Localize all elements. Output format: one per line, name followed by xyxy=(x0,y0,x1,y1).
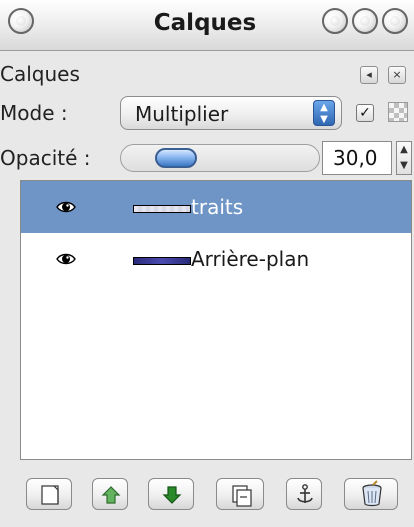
checkerboard-icon xyxy=(388,102,408,122)
anchor-layer-button[interactable] xyxy=(286,478,322,510)
opacity-label: Opacité : xyxy=(0,146,91,170)
panel-title: Calques xyxy=(0,62,80,86)
preserve-transparency-checkbox[interactable]: ✓ xyxy=(356,104,374,122)
opacity-slider[interactable] xyxy=(120,144,320,172)
delete-layer-icon xyxy=(362,480,382,507)
eye-icon[interactable] xyxy=(55,248,77,270)
select-arrows-icon: ▲ ▼ xyxy=(313,100,335,126)
title-bar[interactable]: Calques xyxy=(0,0,414,51)
mode-value: Multiplier xyxy=(135,102,229,126)
new-layer-button[interactable] xyxy=(26,478,72,510)
duplicate-layer-icon xyxy=(232,485,252,507)
new-layer-icon xyxy=(41,485,59,505)
layer-name-traits: traits xyxy=(191,195,244,219)
lower-layer-button[interactable] xyxy=(148,478,194,510)
layer-thumbnail-traits xyxy=(133,205,191,213)
eye-icon[interactable] xyxy=(55,196,77,218)
tab-close-icon[interactable]: × xyxy=(388,66,406,84)
tab-menu-icon[interactable]: ◂ xyxy=(360,66,378,84)
delete-layer-button[interactable] xyxy=(344,478,398,510)
layers-window: Calques Calques ◂ × Mode : Multiplier ▲ ▼… xyxy=(0,0,414,527)
anchor-layer-icon xyxy=(297,484,313,503)
layers-list: traits Arrière-plan xyxy=(20,180,412,460)
opacity-value-field[interactable]: 30,0 xyxy=(322,141,392,175)
menu-circle-icon[interactable] xyxy=(8,8,34,34)
raise-layer-icon xyxy=(101,486,121,504)
layer-row-background[interactable]: Arrière-plan xyxy=(21,233,411,285)
raise-layer-button[interactable] xyxy=(92,478,128,510)
mode-select[interactable]: Multiplier ▲ ▼ xyxy=(120,96,342,130)
layer-thumbnail-background xyxy=(133,257,191,265)
window-title: Calques xyxy=(153,10,257,36)
duplicate-layer-button[interactable] xyxy=(216,478,264,510)
minimize-circle-icon[interactable] xyxy=(352,8,378,34)
lower-layer-icon xyxy=(162,486,182,504)
layer-row-traits[interactable]: traits xyxy=(21,181,411,233)
mode-label: Mode : xyxy=(0,101,68,125)
opacity-slider-thumb[interactable] xyxy=(155,148,197,168)
layer-name-background: Arrière-plan xyxy=(191,247,310,271)
opacity-spin-buttons[interactable]: ▲ ▼ xyxy=(396,141,412,175)
layers-toolbar xyxy=(20,470,412,514)
shade-circle-icon[interactable] xyxy=(322,8,348,34)
close-circle-icon[interactable] xyxy=(382,8,408,34)
